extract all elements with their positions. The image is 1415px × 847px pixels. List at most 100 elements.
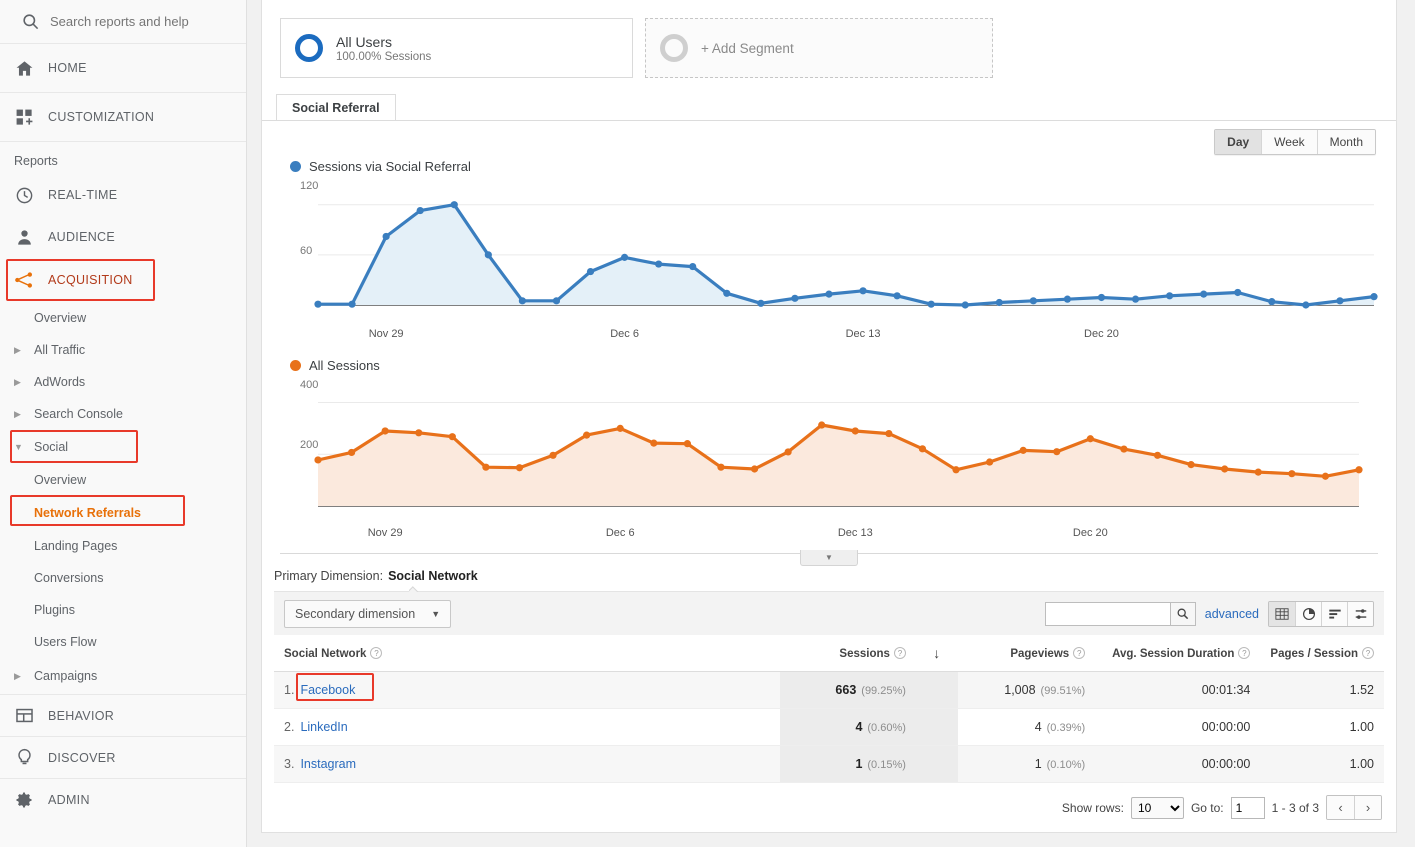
- cell-pageviews: 4 (0.39%): [957, 708, 1096, 746]
- th-label: Pageviews: [1010, 647, 1070, 660]
- sidebar-item-label: Conversions: [34, 571, 104, 585]
- th-avg-session-duration[interactable]: Avg. Session Duration?: [1095, 635, 1261, 672]
- secondary-dimension-label: Secondary dimension: [295, 606, 416, 621]
- sidebar-item-plugins[interactable]: Plugins: [0, 594, 246, 626]
- cell-avg-duration: 00:00:00: [1095, 745, 1261, 783]
- sidebar-item-label: CUSTOMIZATION: [48, 110, 155, 124]
- prev-page-button[interactable]: ‹: [1327, 796, 1354, 819]
- pages-per-session-value: 1.00: [1349, 757, 1374, 771]
- legend-label: Sessions via Social Referral: [309, 159, 471, 174]
- sidebar-item-label: Overview: [34, 473, 87, 487]
- sidebar-item-acquisition[interactable]: ACQUISITION: [0, 258, 246, 302]
- sidebar-item-search-console[interactable]: ▶ Search Console: [0, 398, 246, 430]
- sidebar-item-acquisition-overview[interactable]: Overview: [0, 302, 246, 334]
- sidebar-item-audience[interactable]: AUDIENCE: [0, 216, 246, 258]
- secondary-dimension-dropdown[interactable]: Secondary dimension ▼: [284, 599, 452, 628]
- th-pages-per-session[interactable]: Pages / Session?: [1260, 635, 1384, 672]
- table-row[interactable]: 2. LinkedIn 4 (0.60%) 4 (0.39%) 00:00:00 1.…: [274, 708, 1384, 746]
- table-row[interactable]: 1. Facebook 663 (99.25%) 1,008 (99.51%) 00:…: [274, 671, 1384, 709]
- goto-input[interactable]: [1230, 796, 1265, 819]
- cell-social-network: 2. LinkedIn: [274, 708, 780, 746]
- granularity-week[interactable]: Week: [1261, 130, 1317, 154]
- granularity-day[interactable]: Day: [1215, 130, 1262, 154]
- search-input[interactable]: [48, 13, 218, 30]
- sidebar-item-real-time[interactable]: REAL-TIME: [0, 174, 246, 216]
- sidebar-item-label: Overview: [34, 311, 87, 325]
- sidebar-item-customization[interactable]: CUSTOMIZATION: [0, 93, 246, 142]
- sessions-value: 1: [855, 757, 863, 771]
- chart-collapse-handle[interactable]: ▼: [800, 550, 858, 566]
- help-icon[interactable]: ?: [1362, 646, 1374, 659]
- show-rows-select[interactable]: 10255010025050010005000: [1130, 796, 1184, 819]
- cell-pageviews: 1,008 (99.51%): [957, 671, 1096, 709]
- behavior-icon: [0, 706, 48, 725]
- sidebar-item-label: Campaigns: [34, 669, 98, 683]
- th-social-network[interactable]: Social Network?: [274, 635, 780, 672]
- pageviews-value: 1,008: [1004, 683, 1036, 697]
- xtick-label: Dec 6: [610, 328, 639, 340]
- th-sort-indicator[interactable]: ↓: [915, 635, 958, 672]
- segment-all-users[interactable]: All Users 100.00% Sessions: [280, 18, 633, 78]
- sidebar-item-discover[interactable]: DISCOVER: [0, 736, 246, 778]
- goto-label: Go to:: [1190, 800, 1224, 815]
- home-icon: [0, 59, 48, 78]
- th-sessions[interactable]: Sessions?: [779, 635, 916, 672]
- table-view-icon[interactable]: [1269, 601, 1295, 626]
- sidebar-item-label: AUDIENCE: [48, 230, 115, 244]
- sessions-pct: (99.25%): [861, 685, 906, 697]
- advanced-link[interactable]: advanced: [1205, 607, 1259, 621]
- table-row[interactable]: 3. Instagram 1 (0.15%) 1 (0.10%) 00:00:00 1…: [274, 745, 1384, 783]
- sidebar-item-social[interactable]: ▼ Social: [0, 430, 246, 464]
- sidebar-item-all-traffic[interactable]: ▶ All Traffic: [0, 334, 246, 366]
- social-network-link[interactable]: Instagram: [300, 757, 356, 771]
- cell-spacer: [915, 708, 958, 746]
- chart-panel: Day Week Month Sessions via Social Refer…: [262, 121, 1396, 566]
- sidebar-item-conversions[interactable]: Conversions: [0, 562, 246, 594]
- segment-donut-icon: [295, 34, 323, 62]
- cell-avg-duration: 00:01:34: [1095, 671, 1261, 709]
- sidebar-item-home[interactable]: HOME: [0, 44, 246, 93]
- primary-dimension-value[interactable]: Social Network: [388, 569, 478, 583]
- table-search-input[interactable]: [1044, 601, 1170, 626]
- sidebar-item-label: HOME: [48, 61, 87, 75]
- help-icon[interactable]: ?: [1073, 646, 1086, 659]
- sidebar-item-label: Landing Pages: [34, 539, 118, 553]
- sidebar-item-behavior[interactable]: BEHAVIOR: [0, 694, 246, 736]
- sidebar-item-adwords[interactable]: ▶ AdWords: [0, 366, 246, 398]
- sidebar: HOME CUSTOMIZATION Reports REAL-TIME AUD…: [0, 0, 247, 847]
- legend-dot-icon: [290, 161, 301, 172]
- th-pageviews[interactable]: Pageviews?: [957, 635, 1096, 672]
- table-search-button[interactable]: [1169, 601, 1196, 626]
- sidebar-item-admin[interactable]: ADMIN: [0, 778, 246, 820]
- search-icon: [12, 12, 48, 31]
- social-network-link[interactable]: LinkedIn: [300, 720, 347, 734]
- comparison-view-icon[interactable]: [1347, 601, 1373, 626]
- granularity-month[interactable]: Month: [1316, 130, 1375, 154]
- sidebar-item-label: AdWords: [34, 375, 86, 389]
- chevron-right-icon: ▶: [14, 670, 21, 681]
- performance-view-icon[interactable]: [1321, 601, 1347, 626]
- sidebar-item-landing-pages[interactable]: Landing Pages: [0, 530, 246, 562]
- sidebar-item-social-overview[interactable]: Overview: [0, 464, 246, 496]
- add-segment-button[interactable]: + Add Segment: [645, 18, 993, 78]
- chevron-right-icon: ▶: [14, 408, 21, 419]
- sidebar-item-campaigns[interactable]: ▶ Campaigns: [0, 658, 246, 694]
- help-icon[interactable]: ?: [893, 646, 906, 659]
- segment-row: All Users 100.00% Sessions + Add Segment: [262, 0, 1396, 78]
- chart-sessions-via-social-referral: 120 60: [290, 178, 1378, 328]
- chevron-down-icon: ▼: [14, 442, 23, 452]
- chevron-right-icon: ▶: [14, 376, 21, 387]
- social-network-link[interactable]: Facebook: [300, 683, 355, 697]
- xtick-label: Nov 29: [367, 527, 403, 539]
- sidebar-item-network-referrals[interactable]: Network Referrals: [0, 495, 246, 530]
- sidebar-item-users-flow[interactable]: Users Flow: [0, 626, 246, 658]
- tab-social-referral[interactable]: Social Referral: [276, 94, 396, 120]
- legend-sessions-via-social-referral: Sessions via Social Referral: [290, 159, 1378, 174]
- help-icon[interactable]: ?: [1238, 646, 1251, 659]
- sidebar-search[interactable]: [0, 0, 246, 44]
- table-pagination: Show rows: 10255010025050010005000 Go to…: [262, 783, 1396, 832]
- next-page-button[interactable]: ›: [1354, 796, 1381, 819]
- search-icon: [1177, 608, 1189, 620]
- pie-view-icon[interactable]: [1295, 601, 1321, 626]
- help-icon[interactable]: ?: [370, 646, 383, 659]
